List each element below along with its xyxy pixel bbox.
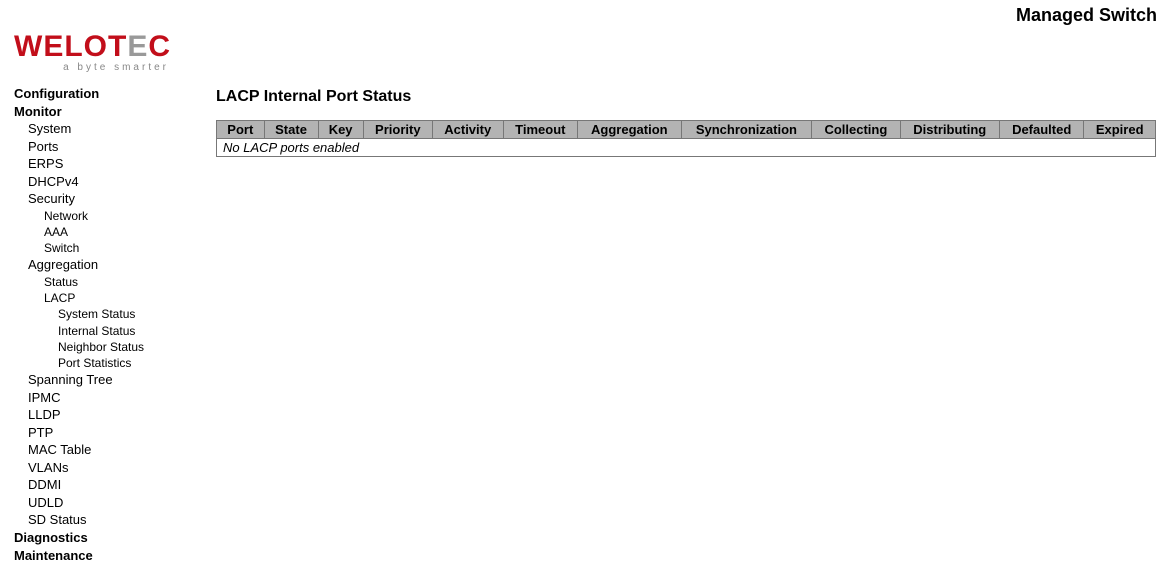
nav-item-configuration[interactable]: Configuration <box>14 85 200 103</box>
nav-item-port-statistics[interactable]: Port Statistics <box>14 355 200 371</box>
col-aggregation: Aggregation <box>578 121 681 139</box>
table-empty-row: No LACP ports enabled <box>217 139 1156 157</box>
nav-item-ipmc[interactable]: IPMC <box>14 389 200 407</box>
col-expired: Expired <box>1084 121 1156 139</box>
col-defaulted: Defaulted <box>1000 121 1084 139</box>
nav-item-diagnostics[interactable]: Diagnostics <box>14 529 200 547</box>
nav-item-dhcpv4[interactable]: DHCPv4 <box>14 173 200 191</box>
sidebar-nav: ConfigurationMonitorSystemPortsERPSDHCPv… <box>0 80 200 564</box>
nav-item-ptp[interactable]: PTP <box>14 424 200 442</box>
col-activity: Activity <box>432 121 503 139</box>
nav-item-spanning-tree[interactable]: Spanning Tree <box>14 371 200 389</box>
main-content: LACP Internal Port Status PortStateKeyPr… <box>200 80 1172 564</box>
nav-item-network[interactable]: Network <box>14 208 200 224</box>
col-synchronization: Synchronization <box>681 121 812 139</box>
nav-item-switch[interactable]: Switch <box>14 240 200 256</box>
col-key: Key <box>318 121 363 139</box>
nav-item-sd-status[interactable]: SD Status <box>14 511 200 529</box>
nav-item-mac-table[interactable]: MAC Table <box>14 441 200 459</box>
col-distributing: Distributing <box>900 121 999 139</box>
nav-item-ddmi[interactable]: DDMI <box>14 476 200 494</box>
nav-item-status[interactable]: Status <box>14 274 200 290</box>
nav-item-neighbor-status[interactable]: Neighbor Status <box>14 339 200 355</box>
col-collecting: Collecting <box>812 121 900 139</box>
app-title: Managed Switch <box>1016 5 1157 26</box>
nav-item-internal-status[interactable]: Internal Status <box>14 323 200 339</box>
nav-item-security[interactable]: Security <box>14 190 200 208</box>
nav-item-maintenance[interactable]: Maintenance <box>14 547 200 564</box>
nav-item-system-status[interactable]: System Status <box>14 306 200 322</box>
col-priority: Priority <box>363 121 432 139</box>
col-timeout: Timeout <box>503 121 577 139</box>
nav-item-ports[interactable]: Ports <box>14 138 200 156</box>
logo-text: WELOTEC <box>14 30 171 64</box>
col-state: State <box>264 121 318 139</box>
lacp-status-table: PortStateKeyPriorityActivityTimeoutAggre… <box>216 120 1156 157</box>
nav-item-vlans[interactable]: VLANs <box>14 459 200 477</box>
nav-item-erps[interactable]: ERPS <box>14 155 200 173</box>
nav-item-lldp[interactable]: LLDP <box>14 406 200 424</box>
nav-item-monitor[interactable]: Monitor <box>14 103 200 121</box>
nav-item-aggregation[interactable]: Aggregation <box>14 256 200 274</box>
logo: WELOTEC a byte smarter <box>14 30 171 73</box>
page-title: LACP Internal Port Status <box>216 88 1156 106</box>
header: Managed Switch WELOTEC a byte smarter <box>0 0 1172 80</box>
nav-item-udld[interactable]: UDLD <box>14 494 200 512</box>
table-header-row: PortStateKeyPriorityActivityTimeoutAggre… <box>217 121 1156 139</box>
nav-item-lacp[interactable]: LACP <box>14 290 200 306</box>
table-empty-message: No LACP ports enabled <box>217 139 1156 157</box>
nav-item-aaa[interactable]: AAA <box>14 224 200 240</box>
nav-item-system[interactable]: System <box>14 120 200 138</box>
col-port: Port <box>217 121 265 139</box>
